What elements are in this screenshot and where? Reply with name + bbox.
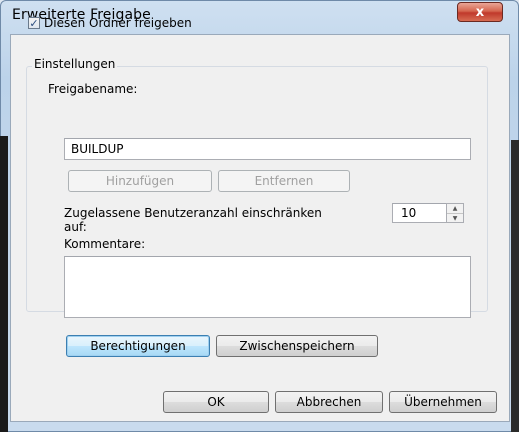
user-limit-label: Zugelassene Benutzeranzahl einschränken … (64, 206, 322, 234)
cancel-button[interactable]: Abbrechen (275, 391, 383, 413)
close-icon: x (475, 4, 485, 20)
share-name-input[interactable]: BUILDUP (64, 138, 471, 160)
user-limit-label-line1: Zugelassene Benutzeranzahl einschränken (64, 206, 322, 220)
background-edge-left (0, 136, 8, 432)
background-edge-right (511, 140, 519, 432)
share-folder-row[interactable]: ✓ Diesen Ordner freigeben (28, 16, 192, 30)
spin-down-icon[interactable]: ▼ (447, 214, 463, 223)
checkmark-icon: ✓ (29, 16, 39, 30)
caching-button[interactable]: Zwischenspeichern (216, 335, 378, 357)
share-name-label: Freigabename: (48, 82, 138, 96)
spin-up-icon[interactable]: ▲ (447, 204, 463, 214)
user-limit-input[interactable]: 10 (392, 203, 447, 223)
ok-button[interactable]: OK (163, 391, 269, 413)
permissions-button[interactable]: Berechtigungen (66, 335, 210, 357)
comments-label: Kommentare: (64, 237, 146, 251)
close-button[interactable]: x (457, 2, 503, 22)
share-folder-checkbox[interactable]: ✓ (28, 17, 40, 29)
add-button[interactable]: Hinzufügen (68, 170, 212, 192)
user-limit-label-line2: auf: (64, 220, 87, 234)
remove-button[interactable]: Entfernen (218, 170, 350, 192)
settings-group-label: Einstellungen (32, 57, 118, 71)
share-folder-label: Diesen Ordner freigeben (44, 16, 192, 30)
user-limit-spinner[interactable]: ▲ ▼ (446, 203, 464, 223)
comments-input[interactable] (64, 256, 471, 318)
apply-button[interactable]: Übernehmen (389, 391, 497, 413)
